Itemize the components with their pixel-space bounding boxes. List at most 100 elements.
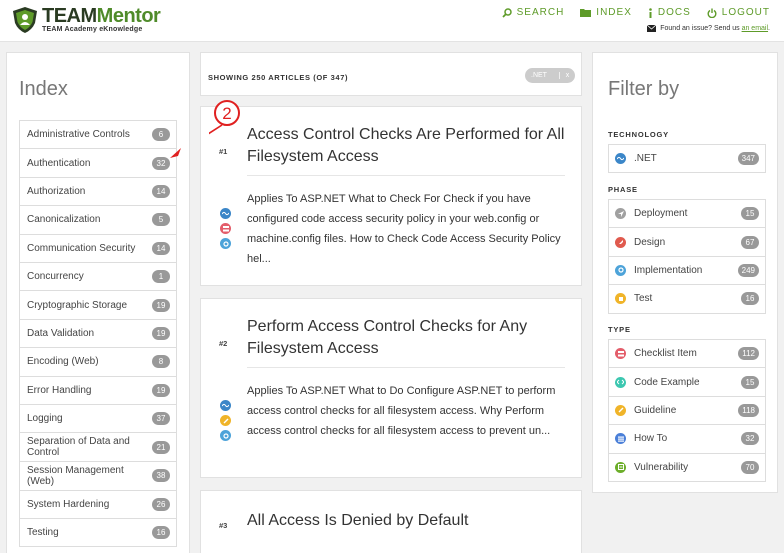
index-item[interactable]: Cryptographic Storage 19 <box>19 291 177 320</box>
filter-item-count: 32 <box>741 432 759 446</box>
index-item[interactable]: Canonicalization 5 <box>19 206 177 235</box>
index-item[interactable]: Administrative Controls 6 <box>19 121 177 150</box>
filter-item-net[interactable]: .NET 347 <box>608 145 766 174</box>
index-item-label: Authentication <box>27 157 91 169</box>
filter-item-vulnerability[interactable]: Vulnerability 70 <box>608 453 766 482</box>
index-item-count: 5 <box>152 213 170 227</box>
filter-item-label: Guideline <box>634 404 677 416</box>
dotnet-icon <box>220 400 231 411</box>
filter-item-count: 15 <box>741 375 759 389</box>
article-divider <box>247 175 565 176</box>
index-item-label: Cryptographic Storage <box>27 299 128 311</box>
team-mentor-logo[interactable]: TEAMMentor TEAM Academy eKnowledge <box>12 5 161 34</box>
technology-list: .NET 347 <box>608 144 766 174</box>
filter-item-guideline[interactable]: Guideline 118 <box>608 396 766 426</box>
index-item-count: 19 <box>152 383 170 397</box>
issue-text: Found an issue? Send us <box>660 25 742 32</box>
test-icon <box>615 293 626 305</box>
index-item-count: 1 <box>152 270 170 284</box>
envelope-icon <box>647 25 657 32</box>
index-item[interactable]: Testing 16 <box>19 519 177 548</box>
index-item-label: Session Management (Web) <box>27 464 124 487</box>
top-header: TEAMMentor TEAM Academy eKnowledge SEARC… <box>0 0 784 42</box>
article-card[interactable]: #2 Perform Access Control Checks for Any… <box>200 298 582 478</box>
index-item[interactable]: Logging 37 <box>19 404 177 434</box>
nav-docs[interactable]: DOCS <box>648 7 691 18</box>
index-item-label: Testing <box>27 527 59 539</box>
article-tag-icons <box>220 208 234 253</box>
type-heading: TYPE <box>608 325 631 334</box>
filter-chip-label: .NET <box>531 72 547 79</box>
filter-title: Filter by <box>608 78 680 100</box>
filter-item-checklist-item[interactable]: Checklist Item 112 <box>608 340 766 369</box>
index-item[interactable]: Encoding (Web) 8 <box>19 348 177 377</box>
filter-item-count: 67 <box>741 235 759 249</box>
howto-icon <box>615 433 626 445</box>
filter-item-count: 347 <box>737 152 759 166</box>
article-card[interactable]: #3 All Access Is Denied by Default <box>200 490 582 553</box>
index-item[interactable]: Communication Security 14 <box>19 234 177 263</box>
index-item-label: Encoding (Web) <box>27 356 99 368</box>
filter-item-how-to[interactable]: How To 32 <box>608 425 766 454</box>
index-item[interactable]: Data Validation 19 <box>19 319 177 349</box>
filter-item-count: 112 <box>738 347 759 361</box>
index-item[interactable]: Session Management (Web) 38 <box>19 462 177 491</box>
shield-logo-icon <box>12 6 38 34</box>
active-filter-chip[interactable]: .NET x <box>525 68 575 83</box>
filter-item-test[interactable]: Test 16 <box>608 285 766 314</box>
article-title[interactable]: Access Control Checks Are Performed for … <box>247 124 567 168</box>
article-title[interactable]: All Access Is Denied by Default <box>247 510 567 532</box>
dotnet-icon <box>615 153 626 165</box>
index-item[interactable]: Authentication 32 <box>19 149 177 178</box>
article-tag-icons <box>220 400 234 445</box>
annotation-arrowhead <box>170 148 181 158</box>
index-item[interactable]: Authorization 14 <box>19 177 177 207</box>
nav-logout-label: LOGOUT <box>721 7 770 18</box>
nav-search-label: SEARCH <box>516 7 565 18</box>
power-icon <box>707 8 717 18</box>
filter-item-design[interactable]: Design 67 <box>608 228 766 257</box>
nav-docs-label: DOCS <box>657 7 691 18</box>
index-item-label: Data Validation <box>27 327 95 339</box>
index-item-label: Separation of Data and Control <box>27 436 130 459</box>
nav-search[interactable]: SEARCH <box>501 7 565 18</box>
index-item-label: Concurrency <box>27 271 84 283</box>
index-item[interactable]: Error Handling 19 <box>19 376 177 405</box>
index-item-count: 19 <box>152 326 170 340</box>
article-divider <box>247 367 565 368</box>
filter-item-deployment[interactable]: Deployment 15 <box>608 200 766 229</box>
index-item-count: 8 <box>152 355 170 369</box>
design-icon <box>615 236 626 248</box>
dotnet-icon <box>220 208 231 219</box>
nav-index[interactable]: INDEX <box>580 7 632 18</box>
annotation-number: 2 <box>222 104 231 123</box>
index-item-count: 16 <box>152 526 170 540</box>
filter-item-label: Vulnerability <box>634 461 689 473</box>
logo-word-mentor: Mentor <box>96 5 161 27</box>
remove-filter-button[interactable]: x <box>559 72 575 79</box>
issue-report: Found an issue? Send us an email. <box>647 25 770 32</box>
index-item-count: 14 <box>152 241 170 255</box>
index-item-count: 21 <box>152 440 170 454</box>
index-item[interactable]: System Hardening 26 <box>19 490 177 520</box>
filter-item-label: Implementation <box>634 264 703 276</box>
results-summary-bar: SHOWING 250 ARTICLES (OF 347) .NET x <box>200 52 582 96</box>
index-item[interactable]: Concurrency 1 <box>19 262 177 292</box>
guideline-icon <box>615 404 626 416</box>
index-list: Administrative Controls 6 Authentication 32… <box>19 120 177 548</box>
filter-item-count: 15 <box>741 207 759 221</box>
phase-heading: PHASE <box>608 185 638 194</box>
implementation-icon <box>615 264 626 276</box>
index-item-count: 19 <box>152 298 170 312</box>
index-item[interactable]: Separation of Data and Control 21 <box>19 433 177 463</box>
type-list: Checklist Item 112 Code Example 15 Guideline… <box>608 339 766 482</box>
deployment-icon <box>615 208 626 220</box>
index-item-label: System Hardening <box>27 498 110 510</box>
filter-item-implementation[interactable]: Implementation 249 <box>608 256 766 286</box>
nav-logout[interactable]: LOGOUT <box>707 7 770 18</box>
technology-heading: TECHNOLOGY <box>608 130 669 139</box>
annotation-arrow-line <box>209 124 223 135</box>
filter-item-code-example[interactable]: Code Example 15 <box>608 368 766 397</box>
email-link[interactable]: an email <box>742 25 768 32</box>
article-title[interactable]: Perform Access Control Checks for Any Fi… <box>247 316 567 360</box>
